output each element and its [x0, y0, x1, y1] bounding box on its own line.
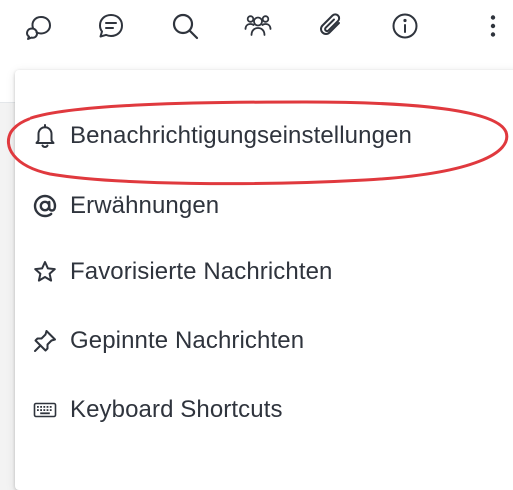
info-icon[interactable]: [385, 6, 425, 46]
pin-icon: [30, 326, 60, 356]
menu-item-label: Favorisierte Nachrichten: [70, 258, 333, 285]
at-icon: [30, 191, 60, 221]
menu-item-label: Erwähnungen: [70, 192, 220, 219]
menu-item-keyboard-shortcuts[interactable]: Keyboard Shortcuts: [30, 385, 283, 435]
star-icon: [30, 257, 60, 287]
room-header-toolbar: [0, 0, 513, 52]
members-icon[interactable]: [238, 6, 278, 46]
menu-item-pinned-messages[interactable]: Gepinnte Nachrichten: [30, 316, 304, 366]
kebab-menu-icon[interactable]: [473, 6, 513, 46]
menu-item-label: Keyboard Shortcuts: [70, 396, 283, 423]
discussion-icon[interactable]: [19, 6, 59, 46]
threads-icon[interactable]: [91, 6, 131, 46]
menu-item-label: Benachrichtigungseinstellungen: [70, 122, 412, 149]
search-icon[interactable]: [165, 6, 205, 46]
bell-icon: [30, 121, 60, 151]
menu-item-starred-messages[interactable]: Favorisierte Nachrichten: [30, 247, 333, 297]
keyboard-icon: [30, 395, 60, 425]
menu-item-notification-preferences[interactable]: Benachrichtigungseinstellungen: [30, 111, 412, 161]
menu-item-label: Gepinnte Nachrichten: [70, 327, 305, 354]
menu-item-mentions[interactable]: Erwähnungen: [30, 181, 219, 231]
attachment-icon[interactable]: [311, 6, 351, 46]
kebab-dropdown-menu: Benachrichtigungseinstellungen Erwähnung…: [15, 70, 513, 490]
